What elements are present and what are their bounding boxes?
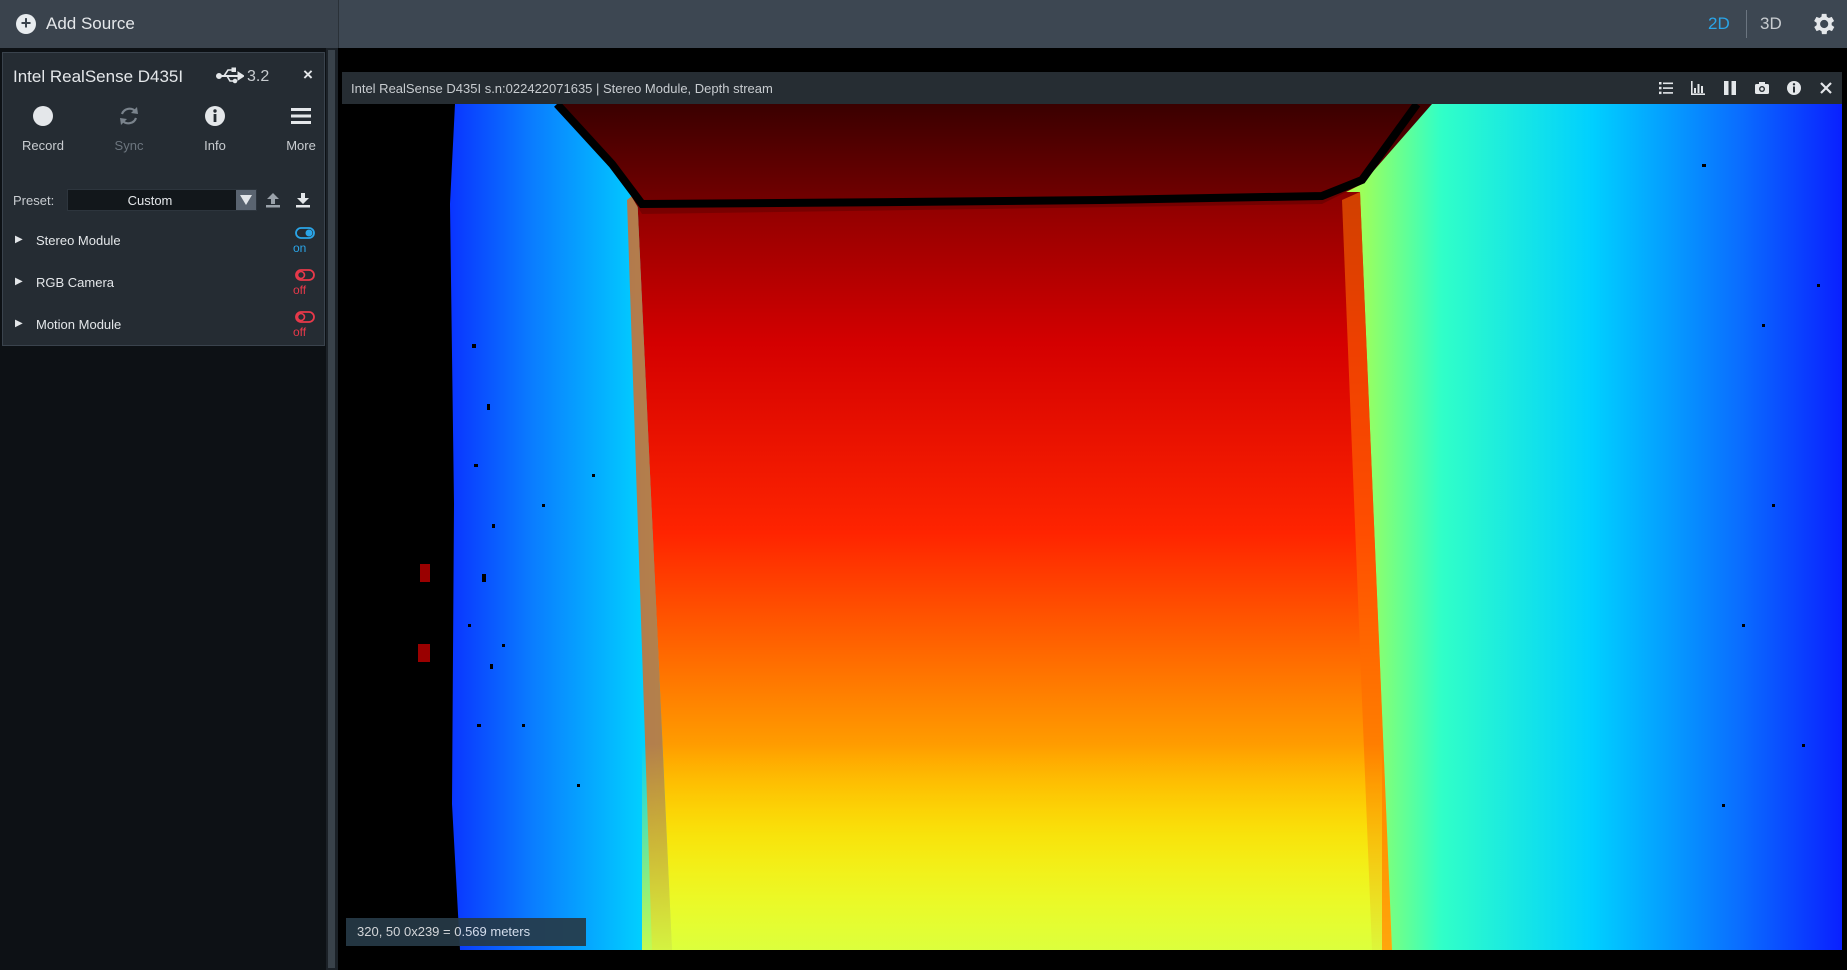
device-panel: Intel RealSense D435I 3.2 × Record Sync …	[0, 48, 326, 970]
usb-version: 3.2	[247, 68, 270, 85]
toggle-on-icon[interactable]	[295, 227, 315, 239]
sync-button[interactable]: Sync	[94, 103, 164, 159]
view-3d-button[interactable]: 3D	[1760, 0, 1782, 48]
device-card: Intel RealSense D435I 3.2 × Record Sync …	[2, 52, 325, 346]
depth-stream-image[interactable]	[342, 104, 1842, 950]
top-bar: + Add Source 2D 3D	[0, 0, 1847, 48]
info-label: Info	[204, 138, 226, 153]
module-name: Stereo Module	[36, 233, 121, 248]
gear-icon[interactable]	[1809, 10, 1837, 38]
info-icon[interactable]	[1786, 80, 1802, 96]
module-state: off	[293, 325, 307, 339]
stream-title: Intel RealSense D435I s.n:022422071635 |…	[351, 81, 773, 96]
add-source-button[interactable]: + Add Source	[0, 0, 339, 48]
expand-triangle-icon: ▶	[15, 318, 23, 329]
depth-readout: 320, 50 0x239 = 0.569 meters	[346, 918, 586, 946]
chevron-down-icon	[236, 190, 256, 210]
module-row-rgb[interactable]: ▶ RGB Camera off	[3, 267, 324, 301]
usb-icon	[216, 67, 244, 84]
close-icon[interactable]	[1818, 80, 1834, 96]
module-name: RGB Camera	[36, 275, 115, 290]
upload-icon[interactable]	[263, 190, 283, 210]
record-icon	[33, 106, 53, 126]
device-header: Intel RealSense D435I 3.2 ×	[3, 53, 324, 101]
info-icon	[205, 106, 225, 126]
preset-select[interactable]: Custom	[67, 189, 257, 211]
preset-label: Preset:	[13, 193, 55, 208]
module-state: on	[293, 241, 307, 255]
record-label: Record	[22, 138, 64, 153]
expand-triangle-icon: ▶	[15, 234, 23, 245]
add-source-label: Add Source	[46, 14, 135, 33]
module-name: Motion Module	[36, 317, 122, 332]
device-name: Intel RealSense D435I	[13, 67, 184, 86]
view-divider	[1746, 10, 1747, 38]
list-icon[interactable]	[1658, 80, 1674, 96]
plus-icon: +	[16, 14, 36, 34]
module-row-motion[interactable]: ▶ Motion Module off	[3, 309, 324, 343]
preset-value: Custom	[127, 193, 173, 208]
expand-triangle-icon: ▶	[15, 276, 23, 287]
module-state: off	[293, 283, 307, 297]
download-icon[interactable]	[293, 190, 313, 210]
sync-label: Sync	[114, 138, 144, 153]
panel-scrollbar[interactable]	[328, 50, 335, 968]
toggle-off-icon[interactable]	[295, 311, 315, 323]
close-device-button[interactable]: ×	[303, 65, 313, 85]
module-row-stereo[interactable]: ▶ Stereo Module on	[3, 225, 324, 259]
histogram-icon[interactable]	[1690, 80, 1706, 96]
toggle-off-icon[interactable]	[295, 269, 315, 281]
view-2d-button[interactable]: 2D	[1708, 0, 1730, 48]
pause-icon[interactable]	[1722, 80, 1738, 96]
sync-icon	[120, 107, 138, 125]
stream-title-bar: Intel RealSense D435I s.n:022422071635 |…	[342, 72, 1842, 104]
record-button[interactable]: Record	[8, 103, 78, 159]
info-button[interactable]: Info	[180, 103, 250, 159]
depth-readout-text: 320, 50 0x239 = 0.569 meters	[357, 924, 531, 939]
camera-icon[interactable]	[1754, 80, 1770, 96]
menu-icon	[291, 108, 311, 124]
